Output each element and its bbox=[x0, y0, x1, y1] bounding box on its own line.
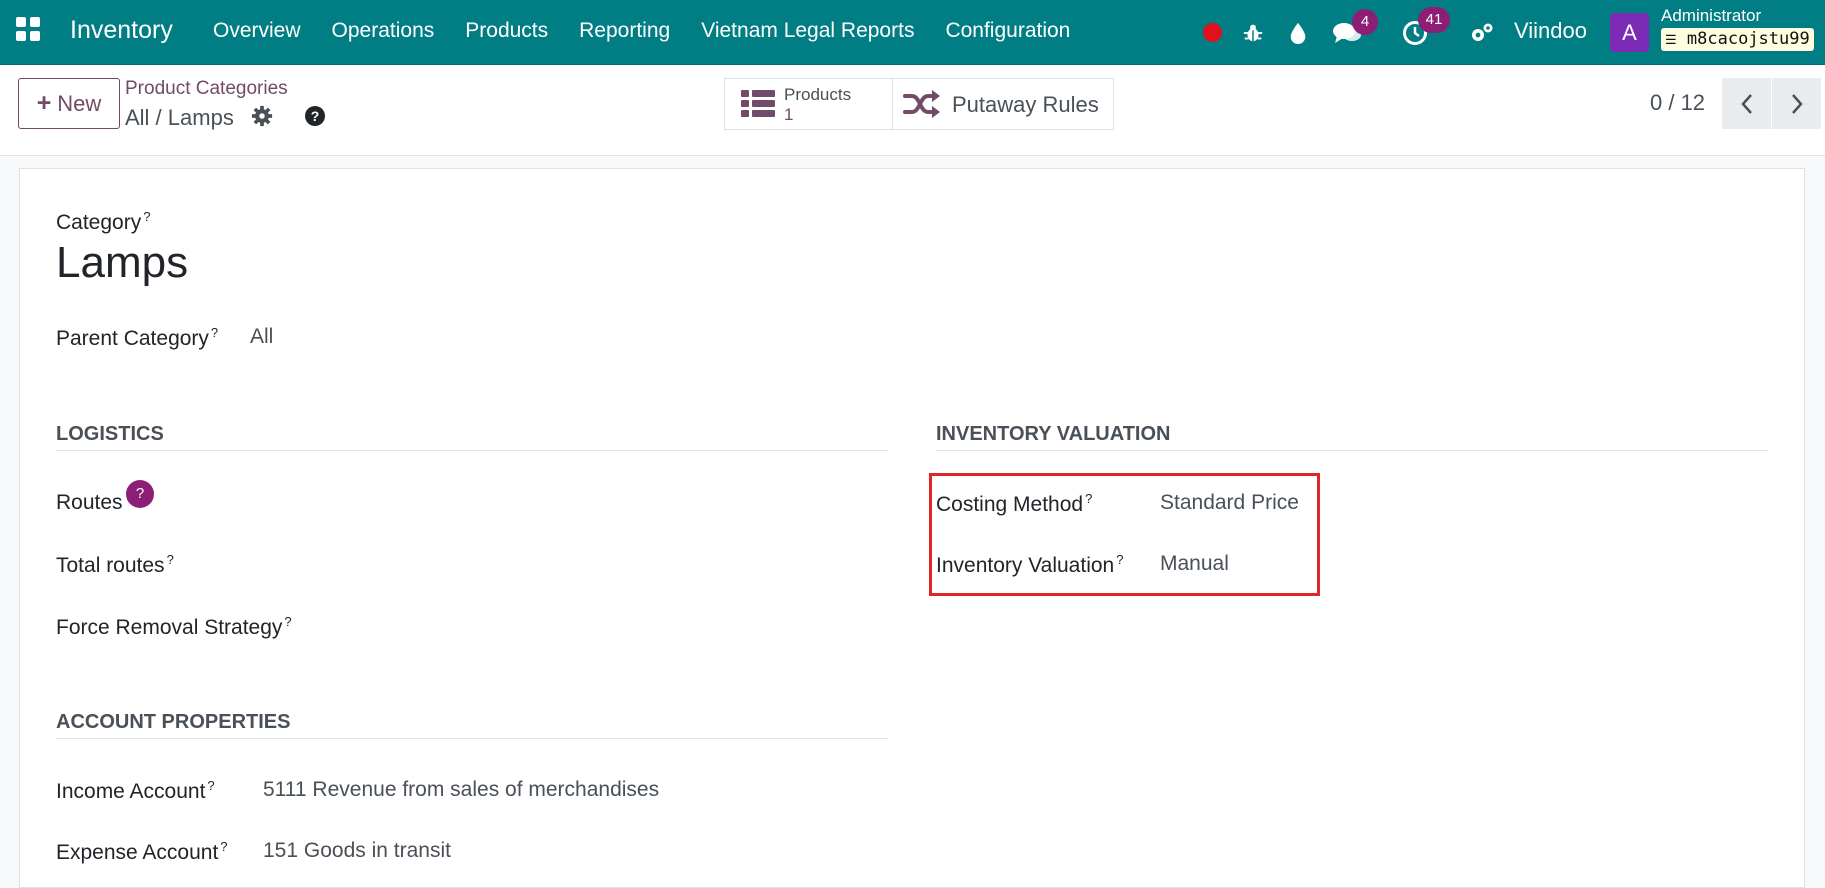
new-button-label: New bbox=[57, 90, 102, 116]
logistics-separator bbox=[56, 450, 888, 451]
pager-next-button[interactable] bbox=[1772, 78, 1821, 129]
putaway-rules-smart-button-label: Putaway Rules bbox=[952, 92, 1099, 117]
menu-item-reporting[interactable]: Reporting bbox=[579, 19, 670, 43]
bug-icon[interactable] bbox=[1238, 0, 1268, 65]
list-icon bbox=[741, 90, 775, 117]
avatar[interactable]: A bbox=[1610, 13, 1649, 52]
plus-icon: + bbox=[36, 89, 52, 117]
income-account-field[interactable]: 5111 Revenue from sales of merchandises bbox=[263, 778, 659, 802]
recording-dot-icon[interactable] bbox=[1202, 0, 1222, 65]
form-sheet: Category? Lamps Parent Category? All LOG… bbox=[19, 168, 1805, 888]
highlight-annotation-box bbox=[929, 473, 1320, 596]
products-smart-button-count: 1 bbox=[784, 105, 794, 124]
database-name-badge: ☰ m8cacojstu99 bbox=[1661, 28, 1814, 51]
help-question-icon[interactable]: ? bbox=[304, 105, 326, 132]
top-navbar: Inventory Overview Operations Products R… bbox=[0, 0, 1825, 65]
theme-drop-icon[interactable] bbox=[1286, 0, 1310, 65]
company-switch-icon[interactable] bbox=[1467, 0, 1497, 65]
routes-help-icon[interactable]: ? bbox=[126, 480, 154, 508]
pager-previous-button[interactable] bbox=[1722, 78, 1771, 129]
account-properties-separator bbox=[56, 738, 888, 739]
force-removal-strategy-label: Force Removal Strategy? bbox=[56, 614, 292, 639]
inventory-valuation-section-title: INVENTORY VALUATION bbox=[936, 423, 1171, 445]
valuation-separator bbox=[936, 450, 1768, 451]
expense-account-field[interactable]: 151 Goods in transit bbox=[263, 839, 451, 863]
category-label: Category? bbox=[56, 209, 151, 234]
apps-menu-icon[interactable] bbox=[16, 17, 44, 45]
account-properties-section-title: ACCOUNT PROPERTIES bbox=[56, 711, 291, 733]
shuffle-icon bbox=[903, 90, 940, 118]
total-routes-label: Total routes? bbox=[56, 552, 174, 577]
new-button[interactable]: + New bbox=[18, 78, 120, 129]
main-menu: Overview Operations Products Reporting V… bbox=[213, 19, 1070, 43]
activities-count-badge: 41 bbox=[1418, 7, 1450, 33]
company-name[interactable]: Viindoo bbox=[1514, 18, 1587, 44]
chevron-left-icon bbox=[1740, 93, 1752, 114]
parent-category-label: Parent Category? bbox=[56, 325, 219, 350]
database-name: m8cacojstu99 bbox=[1686, 29, 1810, 49]
menu-item-overview[interactable]: Overview bbox=[213, 19, 301, 43]
svg-text:?: ? bbox=[311, 108, 320, 124]
breadcrumb-parent-link[interactable]: Product Categories bbox=[125, 78, 288, 100]
menu-item-configuration[interactable]: Configuration bbox=[945, 19, 1070, 43]
products-smart-button[interactable]: Products 1 bbox=[724, 78, 893, 130]
putaway-rules-smart-button[interactable]: Putaway Rules bbox=[892, 78, 1114, 130]
gear-icon[interactable] bbox=[251, 105, 273, 132]
control-panel: + New Product Categories All / Lamps ? P… bbox=[0, 65, 1825, 156]
database-icon: ☰ bbox=[1665, 33, 1677, 48]
messages-count-badge: 4 bbox=[1352, 9, 1378, 35]
logistics-section-title: LOGISTICS bbox=[56, 423, 164, 445]
income-account-label: Income Account? bbox=[56, 778, 215, 803]
user-name[interactable]: Administrator bbox=[1661, 6, 1761, 26]
breadcrumb-current: All / Lamps bbox=[125, 105, 234, 130]
routes-label: Routes bbox=[56, 491, 123, 514]
pager-value[interactable]: 0 / 12 bbox=[1650, 90, 1705, 116]
parent-category-field[interactable]: All bbox=[250, 325, 273, 349]
app-name[interactable]: Inventory bbox=[70, 16, 173, 45]
menu-item-products[interactable]: Products bbox=[465, 19, 548, 43]
menu-item-vietnam-legal-reports[interactable]: Vietnam Legal Reports bbox=[701, 19, 914, 43]
chevron-right-icon bbox=[1791, 93, 1803, 114]
expense-account-label: Expense Account? bbox=[56, 839, 228, 864]
menu-item-operations[interactable]: Operations bbox=[332, 19, 435, 43]
category-name-field[interactable]: Lamps bbox=[56, 238, 188, 288]
products-smart-button-label: Products bbox=[784, 85, 852, 104]
